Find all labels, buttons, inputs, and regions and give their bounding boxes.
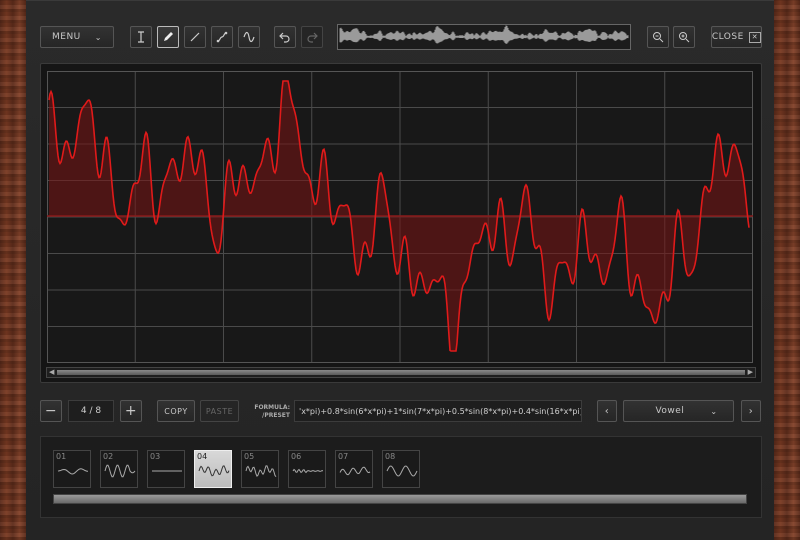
slot-waveform-thumbnail	[339, 466, 371, 476]
paste-label: PASTE	[205, 406, 234, 416]
curve-icon	[216, 31, 228, 43]
waveform-overview[interactable]	[337, 24, 631, 50]
copy-label: COPY	[164, 406, 188, 416]
slot-waveform-thumbnail	[245, 465, 277, 478]
waveform-editor[interactable]	[40, 63, 762, 383]
slot-waveform-thumbnail	[104, 464, 136, 478]
preset-prev-button[interactable]: ‹	[597, 400, 617, 422]
wavetable-slot-06[interactable]: 06	[288, 450, 326, 488]
close-icon: ✕	[748, 31, 762, 43]
preset-select[interactable]: Vowel ⌄	[623, 400, 734, 422]
close-label: CLOSE	[711, 32, 744, 42]
chevron-down-icon: ⌄	[710, 406, 718, 416]
decrement-button[interactable]: −	[40, 400, 62, 422]
slot-waveform-thumbnail	[198, 465, 230, 477]
copy-button[interactable]: COPY	[157, 400, 195, 422]
chevron-left-icon: ‹	[604, 405, 610, 417]
wavetable-slot-04[interactable]: 04	[194, 450, 232, 488]
pencil-tool-button[interactable]	[157, 26, 179, 48]
close-button[interactable]: CLOSE ✕	[711, 26, 762, 48]
formula-value: 'x*pi)+0.8*sin(6*x*pi)+1*sin(7*x*pi)+0.5…	[299, 406, 581, 416]
paste-button[interactable]: PASTE	[200, 400, 239, 422]
zoom-out-button[interactable]	[647, 26, 669, 48]
position-counter: 4 / 8	[80, 406, 102, 416]
formula-label: FORMULA: /PRESET	[254, 404, 290, 419]
wavetable-slot-05[interactable]: 05	[241, 450, 279, 488]
bank-scrollbar[interactable]	[53, 494, 747, 504]
wavetable-position-display: 4 / 8	[68, 400, 114, 422]
scroll-right-icon[interactable]: ▶	[748, 368, 753, 377]
wavetable-slot-07[interactable]: 07	[335, 450, 373, 488]
sine-icon	[243, 31, 255, 43]
chevron-right-icon: ›	[748, 405, 754, 417]
wavetable-slot-03[interactable]: 03	[147, 450, 185, 488]
scroll-left-icon[interactable]: ◀	[49, 368, 54, 377]
wood-side-right	[774, 0, 800, 540]
slot-waveform-thumbnail	[152, 470, 182, 472]
line-icon	[190, 32, 200, 42]
increment-button[interactable]: +	[120, 400, 142, 422]
zoom-out-icon	[653, 32, 664, 43]
slot-waveform-thumbnail	[292, 468, 324, 474]
wavetable-slot-02[interactable]: 02	[100, 450, 138, 488]
pencil-icon	[164, 32, 173, 41]
preset-next-button[interactable]: ›	[741, 400, 761, 422]
wavetable-slot-08[interactable]: 08	[382, 450, 420, 488]
wood-side-left	[0, 0, 26, 540]
overview-waveform	[339, 25, 629, 44]
chevron-down-icon: ⌄	[94, 32, 102, 42]
slot-waveform-thumbnail	[57, 468, 88, 475]
minus-icon: −	[44, 403, 58, 419]
slot-waveform-thumbnail	[386, 465, 418, 477]
zoom-in-button[interactable]	[673, 26, 695, 48]
scrollbar-thumb[interactable]	[57, 370, 745, 375]
curve-tool-button[interactable]	[211, 26, 233, 48]
waveform-plot[interactable]	[47, 71, 753, 363]
line-tool-button[interactable]	[184, 26, 206, 48]
wavetable-slot-01[interactable]: 01	[53, 450, 91, 488]
sine-tool-button[interactable]	[238, 26, 260, 48]
waveform-overview-plot	[339, 25, 629, 44]
preset-selected: Vowel	[655, 406, 685, 416]
formula-input[interactable]: 'x*pi)+0.8*sin(6*x*pi)+1*sin(7*x*pi)+0.5…	[294, 400, 582, 422]
undo-icon	[279, 32, 290, 43]
text-cursor-icon	[138, 31, 144, 43]
zoom-in-icon	[679, 32, 690, 43]
plus-icon: +	[124, 403, 138, 419]
menu-label: MENU	[52, 32, 81, 42]
redo-button[interactable]	[301, 26, 323, 48]
undo-button[interactable]	[274, 26, 296, 48]
redo-icon	[307, 32, 318, 43]
horizontal-scrollbar[interactable]: ◀ ▶	[46, 367, 756, 378]
menu-button[interactable]: MENU ⌄	[40, 26, 114, 48]
text-tool-button[interactable]	[130, 26, 152, 48]
